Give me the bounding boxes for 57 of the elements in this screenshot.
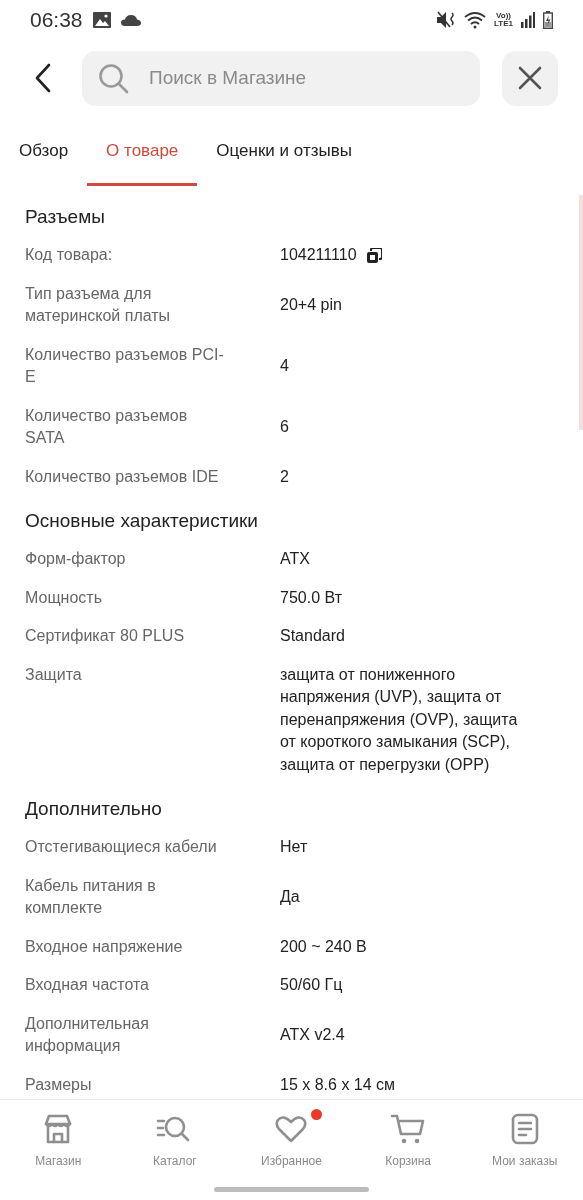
close-button[interactable] bbox=[502, 50, 558, 106]
back-chevron-icon bbox=[34, 63, 52, 93]
volte-label: Vo)) bbox=[496, 12, 511, 20]
spec-value: Нет bbox=[280, 837, 308, 857]
copy-icon[interactable] bbox=[366, 247, 382, 263]
section-title: Основные характеристики bbox=[25, 509, 259, 533]
tab[interactable]: Обзор bbox=[19, 118, 88, 186]
mute-vibrate-icon bbox=[436, 11, 457, 29]
spec-label: Количество разъемов SATA bbox=[25, 405, 189, 448]
search-icon bbox=[98, 62, 130, 95]
spec-value: 4 bbox=[280, 355, 289, 376]
spec-label: Дополнительная информация bbox=[25, 1013, 150, 1056]
spec-value: 750.0 Вт bbox=[280, 587, 342, 608]
spec-value: 15 x 8.6 x 14 см bbox=[280, 1074, 396, 1095]
nav-tab[interactable]: Магазин bbox=[0, 1100, 117, 1200]
spec-value: ATX bbox=[280, 549, 310, 569]
spec-label: Мощность bbox=[25, 587, 103, 608]
signal-icon bbox=[521, 12, 535, 28]
battery-charging-icon bbox=[543, 11, 553, 29]
spec-value: Standard bbox=[280, 626, 345, 646]
close-icon bbox=[518, 66, 542, 90]
spec-label: Форм-фактор bbox=[25, 549, 127, 569]
cart-icon bbox=[390, 1112, 427, 1146]
spec-label: Тип разъема для материнской платы bbox=[25, 283, 172, 326]
network-label: LTE1 bbox=[494, 20, 513, 28]
spec-label: Входная частота bbox=[25, 975, 150, 995]
spec-label: Размеры bbox=[25, 1074, 93, 1095]
spec-value: 6 bbox=[280, 416, 289, 437]
nav-tab[interactable]: Каталог bbox=[116, 1100, 234, 1200]
spec-label: Количество разъемов PCI-E bbox=[25, 344, 225, 387]
spec-label: Входное напряжение bbox=[25, 936, 184, 957]
nav-tab[interactable]: Корзина bbox=[349, 1100, 467, 1200]
spec-label: Кабель питания в комплекте bbox=[25, 875, 157, 918]
spec-value: 20+4 pin bbox=[280, 294, 342, 315]
wifi-icon bbox=[464, 11, 487, 29]
spec-label: Сертификат 80 PLUS bbox=[25, 626, 186, 646]
cloud-icon bbox=[120, 14, 141, 26]
section-title: Разъемы bbox=[25, 205, 106, 229]
image-icon bbox=[92, 12, 111, 28]
spec-value: Да bbox=[280, 886, 300, 907]
tab[interactable]: Оценки и отзывы bbox=[197, 118, 371, 186]
document-icon bbox=[509, 1112, 540, 1146]
spec-value: 200 ~ 240 В bbox=[280, 936, 367, 957]
spec-value: 104211110 bbox=[280, 245, 357, 265]
spec-label: Отстегивающиеся кабели bbox=[25, 837, 218, 857]
spec-value: ATX v2.4 bbox=[280, 1024, 345, 1045]
section-title: Дополнительно bbox=[25, 797, 163, 821]
spec-value: 50/60 Гц bbox=[280, 975, 343, 995]
spec-label: Код товара: bbox=[25, 245, 114, 265]
search-field[interactable]: Поиск в Магазине bbox=[82, 50, 480, 106]
nav-tab[interactable]: Мои заказы bbox=[466, 1100, 583, 1200]
tab[interactable]: О товаре bbox=[87, 118, 198, 186]
spec-label: Защита bbox=[25, 664, 83, 685]
spec-value: защита от пониженного напряжения (UVP), защита от перенапряжения (OVP), защита от короткого замыкания (SCP), защита от перегрузки (OPP) bbox=[280, 664, 519, 775]
spec-label: Количество разъемов IDE bbox=[25, 466, 220, 487]
status-time: 06:38 bbox=[30, 8, 83, 32]
spec-value: 2 bbox=[280, 466, 289, 487]
